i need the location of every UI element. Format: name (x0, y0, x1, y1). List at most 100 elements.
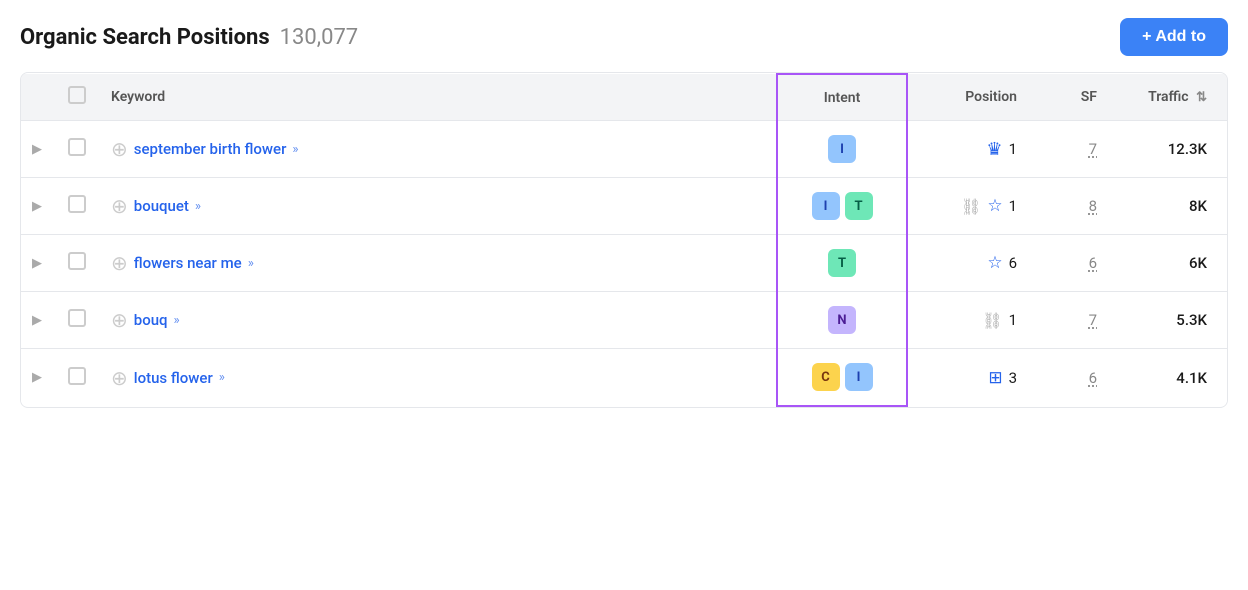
image-icon: ⊞ (988, 368, 1002, 388)
col-intent-header: Intent (777, 74, 907, 121)
select-all-checkbox[interactable] (68, 86, 86, 104)
row-sf: 7 (1037, 292, 1107, 349)
sf-value: 7 (1089, 311, 1097, 329)
intent-badge-i: I (828, 135, 856, 163)
table-row: ▶ ⊕ lotus flower » CI⊞364.1K (21, 349, 1227, 407)
col-expand-header (21, 74, 53, 121)
table-row: ▶ ⊕ flowers near me » T☆666K (21, 235, 1227, 292)
row-checkbox-box[interactable] (68, 195, 86, 213)
intent-badge-c: C (812, 363, 840, 391)
intent-badge-t: T (845, 192, 873, 220)
position-value: 1 (1009, 197, 1017, 215)
row-position: ♛1 (907, 121, 1037, 178)
row-expand-toggle[interactable]: ▶ (21, 292, 53, 349)
row-checkbox[interactable] (53, 178, 101, 235)
row-position: ⛓1 (907, 292, 1037, 349)
col-position-header: Position (907, 74, 1037, 121)
keyword-text[interactable]: bouq (134, 311, 168, 329)
row-traffic: 8K (1107, 178, 1227, 235)
col-keyword-header: Keyword (101, 74, 777, 121)
table-row: ▶ ⊕ bouq » N⛓175.3K (21, 292, 1227, 349)
add-to-button[interactable]: + Add to (1120, 18, 1228, 56)
row-intent: I (777, 121, 907, 178)
header-row: Organic Search Positions 130,077 + Add t… (20, 18, 1228, 56)
title-count: 130,077 (280, 25, 359, 50)
row-traffic: 5.3K (1107, 292, 1227, 349)
row-sf: 6 (1037, 349, 1107, 407)
row-intent: T (777, 235, 907, 292)
intent-badge-i: I (812, 192, 840, 220)
add-keyword-icon[interactable]: ⊕ (111, 137, 128, 161)
row-checkbox[interactable] (53, 235, 101, 292)
row-checkbox-box[interactable] (68, 309, 86, 327)
sf-value: 6 (1089, 369, 1097, 387)
row-checkbox-box[interactable] (68, 367, 86, 385)
col-sf-header: SF (1037, 74, 1107, 121)
row-intent: CI (777, 349, 907, 407)
link-icon: ⛓ (982, 311, 1002, 330)
row-traffic: 4.1K (1107, 349, 1227, 407)
intent-badge-n: N (828, 306, 856, 334)
add-keyword-icon[interactable]: ⊕ (111, 194, 128, 218)
col-checkbox-header[interactable] (53, 74, 101, 121)
traffic-value: 5.3K (1176, 311, 1207, 329)
keyword-text[interactable]: bouquet (134, 197, 189, 215)
row-checkbox[interactable] (53, 292, 101, 349)
row-intent: N (777, 292, 907, 349)
row-keyword[interactable]: ⊕ lotus flower » (101, 349, 777, 407)
position-value: 1 (1009, 140, 1017, 158)
keyword-text[interactable]: lotus flower (134, 369, 213, 387)
row-expand-toggle[interactable]: ▶ (21, 178, 53, 235)
row-keyword[interactable]: ⊕ bouquet » (101, 178, 777, 235)
intent-badge-t: T (828, 249, 856, 277)
sf-value: 6 (1089, 254, 1097, 272)
traffic-value: 12.3K (1168, 140, 1207, 158)
keyword-text[interactable]: september birth flower (134, 140, 287, 158)
keyword-expand-icon[interactable]: » (219, 370, 225, 385)
link-icon: ⛓ (961, 197, 981, 216)
row-traffic: 12.3K (1107, 121, 1227, 178)
star-icon: ☆ (987, 196, 1002, 216)
intent-badge-i: I (845, 363, 873, 391)
traffic-filter-icon[interactable]: ⇅ (1196, 90, 1207, 105)
keyword-expand-icon[interactable]: » (248, 256, 254, 271)
row-checkbox[interactable] (53, 349, 101, 407)
data-table: Keyword Intent Position SF Traffic ⇅ (20, 72, 1228, 408)
title-area: Organic Search Positions 130,077 (20, 25, 358, 50)
row-sf: 8 (1037, 178, 1107, 235)
col-traffic-header[interactable]: Traffic ⇅ (1107, 74, 1227, 121)
row-keyword[interactable]: ⊕ flowers near me » (101, 235, 777, 292)
row-position: ⊞3 (907, 349, 1037, 407)
row-expand-toggle[interactable]: ▶ (21, 235, 53, 292)
position-value: 3 (1009, 369, 1017, 387)
table-header-row: Keyword Intent Position SF Traffic ⇅ (21, 74, 1227, 121)
keyword-expand-icon[interactable]: » (292, 142, 298, 157)
row-checkbox-box[interactable] (68, 252, 86, 270)
row-keyword[interactable]: ⊕ bouq » (101, 292, 777, 349)
table-row: ▶ ⊕ bouquet » IT ⛓ ☆ 1 8 8K (21, 178, 1227, 235)
keyword-text[interactable]: flowers near me (134, 254, 242, 272)
row-sf: 7 (1037, 121, 1107, 178)
crown-icon: ♛ (986, 139, 1002, 160)
keyword-expand-icon[interactable]: » (174, 313, 180, 328)
position-value: 6 (1009, 254, 1017, 272)
row-expand-toggle[interactable]: ▶ (21, 121, 53, 178)
row-traffic: 6K (1107, 235, 1227, 292)
row-sf: 6 (1037, 235, 1107, 292)
row-expand-toggle[interactable]: ▶ (21, 349, 53, 407)
table-row: ▶ ⊕ september birth flower » I♛1712.3K (21, 121, 1227, 178)
traffic-value: 4.1K (1176, 369, 1207, 387)
position-value: 1 (1009, 311, 1017, 329)
add-keyword-icon[interactable]: ⊕ (111, 251, 128, 275)
sf-value: 8 (1089, 197, 1097, 215)
row-intent: IT (777, 178, 907, 235)
add-keyword-icon[interactable]: ⊕ (111, 366, 128, 390)
row-keyword[interactable]: ⊕ september birth flower » (101, 121, 777, 178)
traffic-value: 8K (1189, 197, 1207, 215)
sf-value: 7 (1089, 140, 1097, 158)
row-checkbox[interactable] (53, 121, 101, 178)
page-title: Organic Search Positions (20, 25, 270, 50)
keyword-expand-icon[interactable]: » (195, 199, 201, 214)
row-checkbox-box[interactable] (68, 138, 86, 156)
add-keyword-icon[interactable]: ⊕ (111, 308, 128, 332)
